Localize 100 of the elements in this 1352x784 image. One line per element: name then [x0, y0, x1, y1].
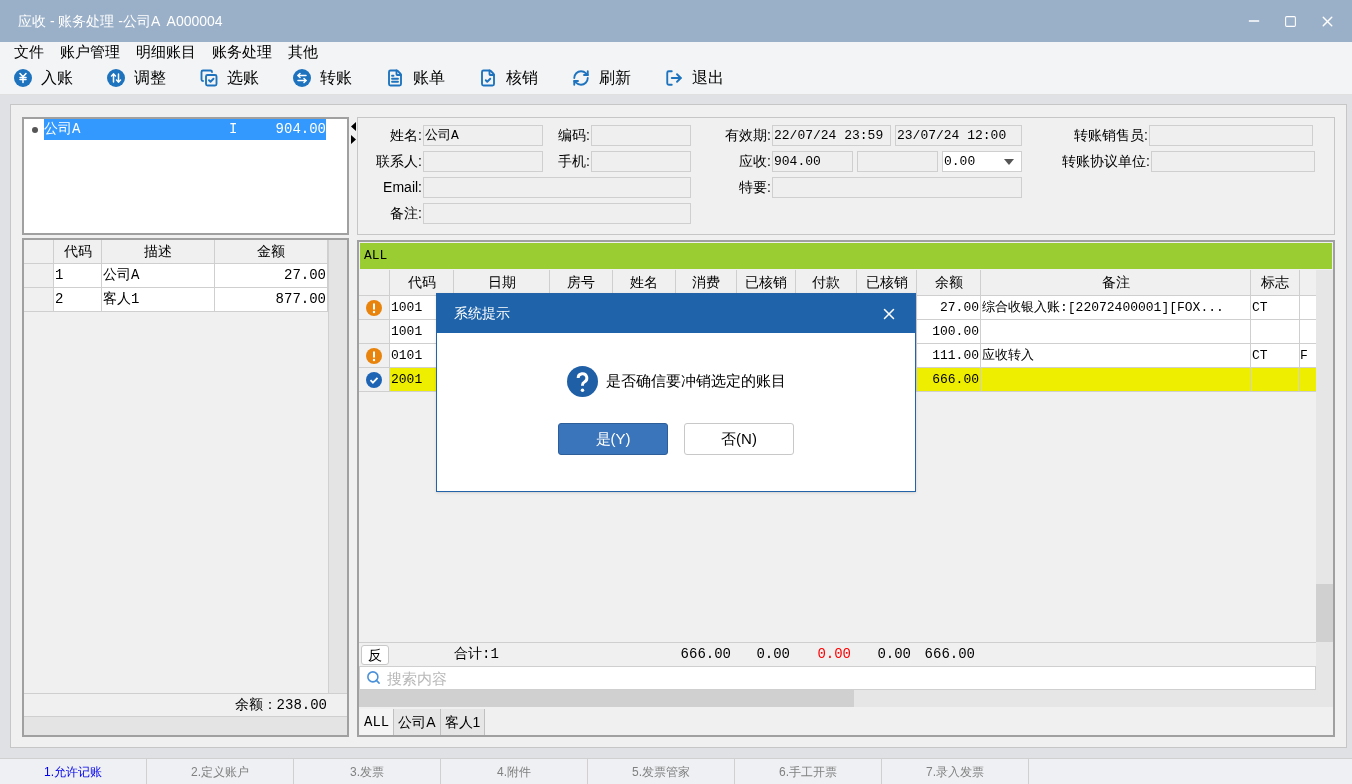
text-field[interactable]	[857, 151, 938, 172]
grid-tab[interactable]: 公司A	[394, 709, 441, 735]
menu-item[interactable]: 文件	[6, 42, 52, 62]
table-cell: 客人1	[102, 288, 215, 312]
document-icon	[386, 69, 404, 87]
text-field[interactable]	[591, 151, 691, 172]
refresh-icon	[572, 69, 590, 87]
dialog-title: 系统提示	[454, 304, 510, 323]
footer-tab[interactable]: 4.附件	[441, 759, 588, 784]
total-count: 合计:1	[454, 645, 500, 664]
menu-item[interactable]: 账户管理	[52, 42, 128, 62]
scrollbar-thumb[interactable]	[359, 690, 854, 707]
field-label: 姓名:	[389, 126, 423, 145]
total-value: 666.00	[679, 645, 732, 664]
question-icon	[566, 366, 598, 397]
toolbar-button[interactable]: 选账	[200, 64, 291, 92]
table-cell: 综合收银入账:[22072400001][FOX...	[981, 296, 1251, 320]
table-cell: 100.00	[917, 320, 981, 344]
vertical-scrollbar[interactable]	[1316, 270, 1333, 690]
text-field[interactable]	[591, 125, 691, 146]
field-label: 转账销售员:	[1073, 126, 1149, 145]
footer-tab[interactable]: 7.录入发票	[882, 759, 1029, 784]
toolbar-button[interactable]: 入账	[14, 64, 105, 92]
menu-item[interactable]: 账务处理	[204, 42, 280, 62]
dropdown[interactable]: 0.00	[942, 151, 1022, 172]
grid-tab[interactable]: ALL	[360, 709, 395, 735]
search-field[interactable]: 搜索内容	[359, 666, 1316, 690]
horizontal-scrollbar[interactable]	[359, 690, 1333, 707]
reverse-button[interactable]: 反	[361, 644, 389, 665]
table-cell: F	[1300, 344, 1316, 368]
warning-icon	[366, 299, 382, 316]
text-field[interactable]	[772, 177, 1022, 198]
toolbar-button[interactable]: 退出	[665, 64, 756, 92]
toolbar-button[interactable]: 账单	[386, 64, 477, 92]
horizontal-scrollbar[interactable]	[24, 716, 347, 735]
warning-icon	[366, 347, 382, 364]
check-icon	[366, 371, 382, 388]
footer-tab[interactable]: 2.定义账户	[147, 759, 294, 784]
splitter-arrows-icon[interactable]	[349, 122, 357, 144]
table-cell: 27.00	[215, 264, 328, 288]
maximize-icon[interactable]	[1284, 14, 1297, 28]
toolbar-button[interactable]: 刷新	[572, 64, 663, 92]
document-check-icon	[479, 69, 497, 87]
text-field[interactable]: 公司A	[423, 125, 543, 146]
table-cell: 111.00	[917, 344, 981, 368]
table-cell: 27.00	[917, 296, 981, 320]
text-field[interactable]	[423, 177, 691, 198]
scrollbar-thumb[interactable]	[1316, 584, 1333, 642]
table-cell: CT	[1251, 296, 1300, 320]
menu-item[interactable]: 明细账目	[128, 42, 204, 62]
field-label: 手机:	[557, 152, 591, 171]
filter-bar: ALL	[360, 243, 1332, 269]
row-header[interactable]	[359, 296, 390, 320]
table-cell: 2	[54, 288, 102, 312]
dialog-button[interactable]: 否(N)	[684, 423, 794, 455]
field-label: 有效期:	[724, 126, 772, 145]
footer-tab[interactable]: 1.允许记账	[0, 759, 147, 784]
row-header[interactable]	[359, 344, 390, 368]
toolbar-button[interactable]: 核销	[479, 64, 570, 92]
window-title: 应收 - 账务处理 -公司A A000004	[18, 11, 223, 31]
text-field[interactable]: 904.00	[772, 151, 853, 172]
field-label: 转账协议单位:	[1061, 152, 1151, 171]
text-field[interactable]	[1149, 125, 1313, 146]
footer-tab[interactable]: 3.发票	[294, 759, 441, 784]
total-value: 0.00	[876, 645, 912, 664]
field-label: 编码:	[557, 126, 591, 145]
dropdown-caret-icon	[1004, 158, 1014, 165]
text-field[interactable]: 22/07/24 23:59	[772, 125, 891, 146]
menu-item[interactable]: 其他	[280, 42, 326, 62]
table-cell: 877.00	[215, 288, 328, 312]
field-label: 备注:	[389, 204, 423, 223]
up-down-arrows-icon	[107, 69, 125, 87]
exit-icon	[665, 69, 683, 87]
bullet-icon	[32, 126, 38, 133]
table-cell: 公司A	[102, 264, 215, 288]
left-right-arrows-icon	[293, 69, 311, 87]
toolbar-button[interactable]: 转账	[293, 64, 384, 92]
field-label: 特要:	[738, 178, 772, 197]
field-label: Email:	[382, 178, 423, 197]
search-icon	[366, 670, 381, 685]
total-value: 0.00	[755, 645, 791, 664]
table-cell: 666.00	[917, 368, 981, 392]
balance-text: 余额：238.00	[234, 695, 327, 715]
field-label: 应收:	[738, 152, 772, 171]
table-cell: CT	[1251, 344, 1300, 368]
footer-tab[interactable]: 5.发票管家	[588, 759, 735, 784]
total-value: 0.00	[816, 645, 852, 664]
text-field[interactable]	[1151, 151, 1315, 172]
dialog-button[interactable]: 是(Y)	[558, 423, 668, 455]
table-cell	[1251, 320, 1300, 344]
vertical-scrollbar[interactable]	[328, 240, 347, 693]
grid-tab[interactable]: 客人1	[440, 709, 486, 735]
copy-check-icon	[200, 69, 218, 87]
text-field[interactable]	[423, 203, 691, 224]
row-header[interactable]	[359, 368, 390, 392]
toolbar-button[interactable]: 调整	[107, 64, 198, 92]
table-cell: 应收转入	[981, 344, 1251, 368]
text-field[interactable]	[423, 151, 543, 172]
text-field[interactable]: 23/07/24 12:00	[895, 125, 1022, 146]
footer-tab[interactable]: 6.手工开票	[735, 759, 882, 784]
